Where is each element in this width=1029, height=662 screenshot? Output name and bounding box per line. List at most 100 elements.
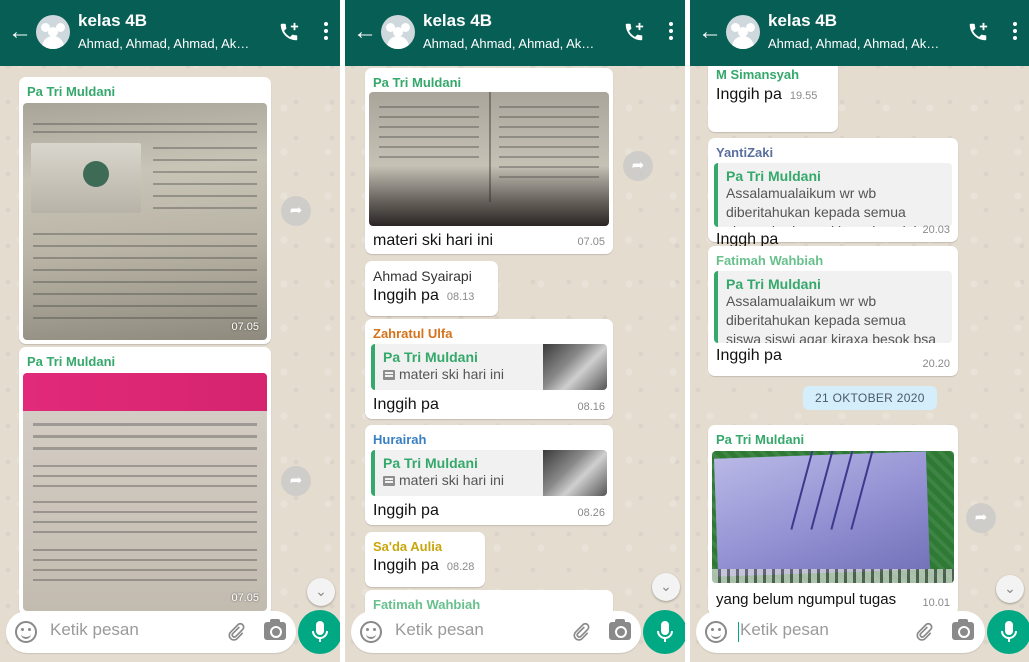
microphone-icon bbox=[1001, 621, 1017, 642]
forward-icon[interactable]: ➦ bbox=[281, 196, 311, 226]
image-message[interactable]: Pa Tri Muldani materi ski hari ini 07.05 bbox=[365, 68, 613, 254]
message-time: 08.16 bbox=[577, 401, 605, 413]
message-text: Inggih pa bbox=[373, 396, 439, 413]
quoted-message[interactable]: Pa Tri Muldani materi ski hari ini bbox=[371, 450, 607, 496]
back-arrow-icon[interactable]: ← bbox=[8, 20, 32, 44]
quoted-message[interactable]: Pa Tri Muldani materi ski hari ini bbox=[371, 344, 607, 390]
message-input[interactable] bbox=[740, 620, 870, 640]
attach-icon[interactable] bbox=[914, 621, 934, 643]
message-sender: Ahmad Syairapi bbox=[373, 268, 472, 284]
chat-title[interactable]: kelas 4B bbox=[768, 11, 837, 31]
chat-members[interactable]: Ahmad, Ahmad, Ahmad, Akbar, B... bbox=[768, 36, 944, 51]
more-options-icon[interactable] bbox=[1013, 22, 1017, 40]
message-sender: Fatimah Wahbiah bbox=[373, 597, 481, 612]
add-call-icon[interactable] bbox=[278, 21, 300, 43]
camera-icon[interactable] bbox=[264, 619, 286, 640]
message-input[interactable] bbox=[50, 620, 180, 640]
message-sender: Sa'da Aulia bbox=[373, 539, 443, 554]
message-text: yang belum ngumpul tugas bbox=[716, 591, 897, 608]
chat-screen-2: ← kelas 4B Ahmad, Ahmad, Ahmad, Akbar, B… bbox=[345, 0, 685, 662]
chat-header[interactable]: ← kelas 4B Ahmad, Ahmad, Ahmad, Akbar, B… bbox=[345, 0, 685, 66]
handwritten-note-photo[interactable] bbox=[712, 451, 954, 583]
quote-text: Assalamualaikum wr wb diberitahukan kepa… bbox=[726, 185, 936, 227]
forward-icon[interactable]: ➦ bbox=[623, 151, 653, 181]
message-input[interactable] bbox=[395, 620, 525, 640]
attach-icon[interactable] bbox=[226, 621, 246, 643]
group-avatar[interactable] bbox=[381, 15, 415, 49]
message-sender: Pa Tri Muldani bbox=[716, 432, 805, 447]
back-arrow-icon[interactable]: ← bbox=[353, 20, 377, 44]
reply-message[interactable]: YantiZaki Pa Tri Muldani Assalamualaikum… bbox=[708, 138, 958, 248]
add-call-icon[interactable] bbox=[623, 21, 645, 43]
reply-message[interactable]: Fatimah Wahbiah Pa Tri Muldani Assalamua… bbox=[708, 246, 958, 376]
scroll-down-icon[interactable]: ⌄ bbox=[307, 578, 335, 606]
message-sender: Pa Tri Muldani bbox=[27, 354, 116, 369]
chat-screen-3: ← kelas 4B Ahmad, Ahmad, Ahmad, Akbar, B… bbox=[690, 0, 1029, 662]
attach-icon[interactable] bbox=[571, 621, 591, 643]
text-message[interactable]: Ahmad Syairapi Inggih pa 08.13 bbox=[365, 261, 498, 316]
chat-header[interactable]: ← kelas 4B Ahmad, Ahmad, Ahmad, Akbar, B… bbox=[690, 0, 1029, 66]
more-options-icon[interactable] bbox=[324, 22, 328, 40]
message-sender: Pa Tri Muldani bbox=[373, 75, 462, 90]
chat-members[interactable]: Ahmad, Ahmad, Ahmad, Akbar, B... bbox=[78, 36, 254, 51]
message-input-bar[interactable] bbox=[696, 611, 985, 653]
image-message[interactable]: Pa Tri Muldani 07.05 bbox=[19, 347, 271, 615]
book-page-photo[interactable]: 07.05 bbox=[23, 373, 267, 611]
message-time: 08.13 bbox=[446, 291, 475, 303]
camera-icon[interactable] bbox=[952, 619, 974, 640]
voice-record-button[interactable] bbox=[987, 610, 1029, 654]
scroll-down-icon[interactable]: ⌄ bbox=[996, 575, 1024, 603]
voice-record-button[interactable] bbox=[298, 610, 340, 654]
message-input-bar[interactable] bbox=[351, 611, 641, 653]
image-message[interactable]: Pa Tri Muldani 07.05 bbox=[19, 77, 271, 344]
chat-title[interactable]: kelas 4B bbox=[78, 11, 147, 31]
microphone-icon bbox=[312, 621, 328, 642]
message-time: 10.01 bbox=[922, 597, 950, 609]
chat-screen-1: ← kelas 4B Ahmad, Ahmad, Ahmad, Akbar, B… bbox=[0, 0, 340, 662]
message-time: 08.26 bbox=[577, 507, 605, 519]
forward-icon[interactable]: ➦ bbox=[281, 466, 311, 496]
forward-icon[interactable]: ➦ bbox=[966, 503, 996, 533]
scroll-down-icon[interactable]: ⌄ bbox=[652, 573, 680, 601]
chat-title[interactable]: kelas 4B bbox=[423, 11, 492, 31]
add-call-icon[interactable] bbox=[967, 21, 989, 43]
voice-record-button[interactable] bbox=[643, 610, 685, 654]
book-page-photo[interactable] bbox=[369, 92, 609, 226]
message-text: Inggih pa bbox=[373, 287, 439, 304]
back-arrow-icon[interactable]: ← bbox=[698, 20, 722, 44]
chat-header[interactable]: ← kelas 4B Ahmad, Ahmad, Ahmad, Akbar, B… bbox=[0, 0, 340, 66]
quote-sender: Pa Tri Muldani bbox=[726, 276, 821, 292]
image-message[interactable]: Pa Tri Muldani yang belum ngumpul tugas … bbox=[708, 425, 958, 615]
message-time: 08.28 bbox=[446, 561, 475, 573]
reply-message[interactable]: Zahratul Ulfa Pa Tri Muldani materi ski … bbox=[365, 319, 613, 419]
reply-message[interactable]: Hurairah Pa Tri Muldani materi ski hari … bbox=[365, 425, 613, 525]
message-time: 07.05 bbox=[231, 321, 259, 333]
message-text: Inggih pa bbox=[716, 86, 782, 103]
group-avatar[interactable] bbox=[36, 15, 70, 49]
quote-thumbnail bbox=[543, 344, 607, 390]
quote-sender: Pa Tri Muldani bbox=[726, 168, 821, 184]
quote-text: materi ski hari ini bbox=[399, 366, 505, 382]
more-options-icon[interactable] bbox=[669, 22, 673, 40]
emoji-icon[interactable] bbox=[360, 621, 382, 643]
text-message[interactable]: Sa'da Aulia Inggih pa 08.28 bbox=[365, 532, 485, 587]
emoji-icon[interactable] bbox=[15, 621, 37, 643]
quoted-message[interactable]: Pa Tri Muldani Assalamualaikum wr wb dib… bbox=[714, 271, 952, 343]
camera-icon[interactable] bbox=[609, 619, 631, 640]
book-page-photo[interactable]: 07.05 bbox=[23, 103, 267, 340]
message-input-bar[interactable] bbox=[6, 611, 296, 653]
emoji-icon[interactable] bbox=[705, 621, 727, 643]
message-sender: Fatimah Wahbiah bbox=[716, 253, 824, 268]
message-sender: Pa Tri Muldani bbox=[27, 84, 116, 99]
message-time: 07.05 bbox=[577, 236, 605, 248]
group-avatar[interactable] bbox=[726, 15, 760, 49]
message-time: 20.03 bbox=[922, 224, 950, 236]
message-time: 19.55 bbox=[789, 90, 818, 102]
message-time: 20.20 bbox=[922, 358, 950, 370]
message-text: materi ski hari ini bbox=[373, 232, 494, 249]
image-icon bbox=[383, 369, 395, 380]
quoted-message[interactable]: Pa Tri Muldani Assalamualaikum wr wb dib… bbox=[714, 163, 952, 227]
chat-members[interactable]: Ahmad, Ahmad, Ahmad, Akbar, B... bbox=[423, 36, 599, 51]
message-text: Inggih pa bbox=[373, 502, 439, 519]
message-sender: Hurairah bbox=[373, 432, 427, 447]
